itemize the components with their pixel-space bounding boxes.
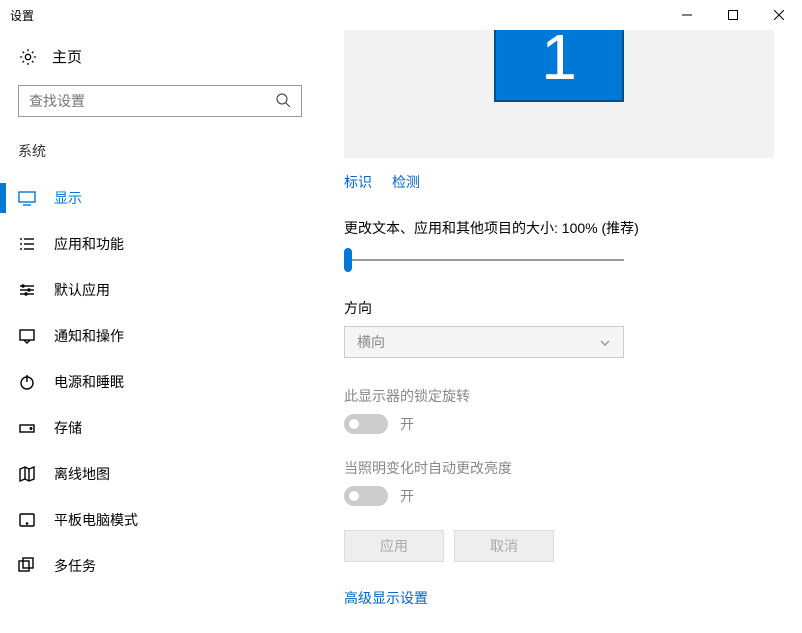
home-nav[interactable]: 主页 <box>0 30 320 85</box>
main-panel: 1 标识 检测 更改文本、应用和其他项目的大小: 100% (推荐) 方向 横向… <box>320 30 802 633</box>
storage-icon <box>18 419 36 437</box>
multitask-icon <box>18 557 36 575</box>
brightness-label: 当照明变化时自动更改亮度 <box>344 458 774 478</box>
maximize-button[interactable] <box>710 0 756 30</box>
cancel-button[interactable]: 取消 <box>454 530 554 562</box>
toggle-knob <box>349 491 359 501</box>
list-icon <box>18 235 36 253</box>
identify-link[interactable]: 标识 <box>344 172 372 192</box>
defaults-icon <box>18 281 36 299</box>
scale-label: 更改文本、应用和其他项目的大小: 100% (推荐) <box>344 218 774 238</box>
nav-apps[interactable]: 应用和功能 <box>0 221 320 267</box>
gear-icon <box>18 47 38 67</box>
scale-slider[interactable] <box>344 248 624 272</box>
nav-multitask[interactable]: 多任务 <box>0 543 320 589</box>
detect-link[interactable]: 检测 <box>392 172 420 192</box>
monitor-preview[interactable]: 1 <box>344 30 774 158</box>
nav-label: 存储 <box>54 418 82 438</box>
tablet-icon <box>18 511 36 529</box>
nav-display[interactable]: 显示 <box>0 175 320 221</box>
chevron-down-icon <box>599 336 611 348</box>
nav-maps[interactable]: 离线地图 <box>0 451 320 497</box>
power-icon <box>18 373 36 391</box>
orientation-value: 横向 <box>357 332 385 352</box>
minimize-button[interactable] <box>664 0 710 30</box>
nav-label: 平板电脑模式 <box>54 510 138 530</box>
home-label: 主页 <box>52 46 82 67</box>
nav-list: 显示 应用和功能 默认应用 通知和操作 <box>0 175 320 589</box>
search-icon <box>275 92 291 111</box>
nav-label: 通知和操作 <box>54 326 124 346</box>
advanced-display-link[interactable]: 高级显示设置 <box>344 588 774 608</box>
window-title: 设置 <box>10 7 34 24</box>
map-icon <box>18 465 36 483</box>
toggle-knob <box>349 419 359 429</box>
nav-label: 电源和睡眠 <box>54 372 124 392</box>
notification-icon <box>18 327 36 345</box>
orientation-heading: 方向 <box>344 298 774 318</box>
brightness-toggle[interactable] <box>344 486 388 506</box>
nav-label: 离线地图 <box>54 464 110 484</box>
orientation-select[interactable]: 横向 <box>344 326 624 358</box>
nav-label: 显示 <box>54 188 82 208</box>
nav-label: 多任务 <box>54 556 96 576</box>
nav-label: 默认应用 <box>54 280 110 300</box>
search-input[interactable] <box>29 93 275 109</box>
monitor-number: 1 <box>541 30 577 94</box>
nav-label: 应用和功能 <box>54 234 124 254</box>
lock-rotation-label: 此显示器的锁定旋转 <box>344 386 774 406</box>
nav-power[interactable]: 电源和睡眠 <box>0 359 320 405</box>
monitor-1[interactable]: 1 <box>494 30 624 102</box>
sidebar-heading: 系统 <box>0 141 320 175</box>
lock-rotation-toggle[interactable] <box>344 414 388 434</box>
nav-storage[interactable]: 存储 <box>0 405 320 451</box>
brightness-state: 开 <box>400 486 414 506</box>
apply-label: 应用 <box>380 536 408 556</box>
slider-thumb[interactable] <box>344 248 352 272</box>
lock-rotation-state: 开 <box>400 414 414 434</box>
search-box[interactable] <box>18 85 302 117</box>
window-controls <box>664 0 802 30</box>
monitor-icon <box>18 189 36 207</box>
nav-tablet[interactable]: 平板电脑模式 <box>0 497 320 543</box>
slider-track <box>344 259 624 261</box>
nav-default-apps[interactable]: 默认应用 <box>0 267 320 313</box>
titlebar: 设置 <box>0 0 802 30</box>
cancel-label: 取消 <box>490 536 518 556</box>
apply-button[interactable]: 应用 <box>344 530 444 562</box>
nav-notifications[interactable]: 通知和操作 <box>0 313 320 359</box>
close-button[interactable] <box>756 0 802 30</box>
sidebar: 主页 系统 显示 应用和功能 <box>0 30 320 633</box>
